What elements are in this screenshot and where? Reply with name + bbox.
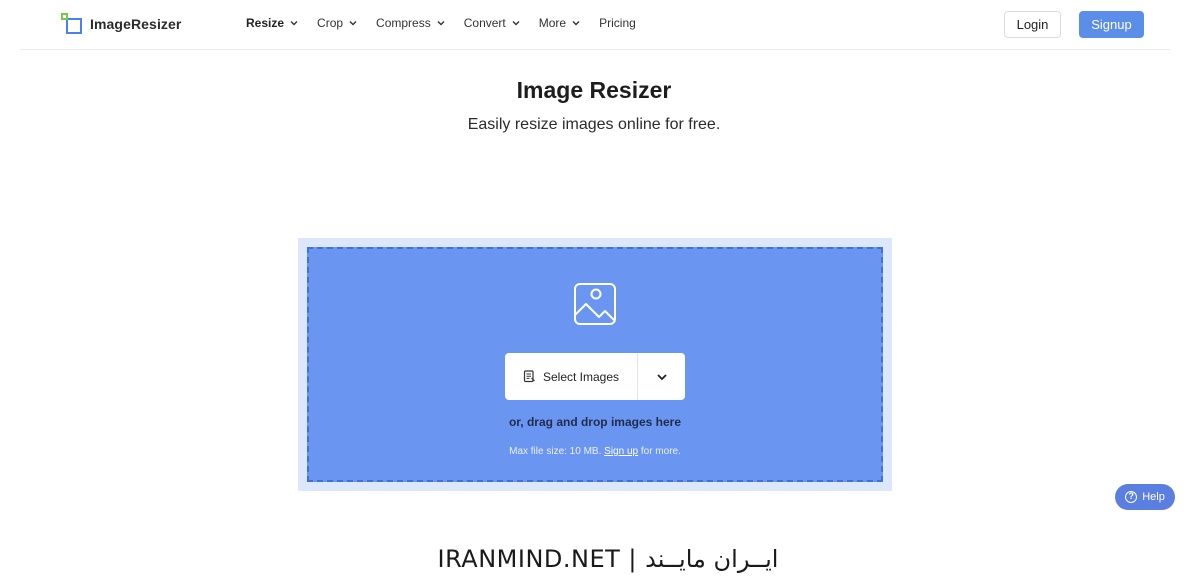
select-images-label: Select Images — [542, 369, 620, 384]
question-circle-icon: ? — [1125, 491, 1138, 503]
signup-button[interactable]: Signup — [1079, 11, 1144, 38]
nav-item-convert[interactable]: Convert — [464, 16, 521, 30]
file-icon — [523, 370, 535, 383]
select-images-button[interactable]: Select Images — [505, 353, 638, 400]
nav-item-more[interactable]: More — [539, 16, 581, 30]
watermark-text: IRANMIND.NET | ایــران مایــند — [437, 545, 779, 573]
nav-item-label: Crop — [317, 16, 344, 30]
nav-item-crop[interactable]: Crop — [317, 16, 358, 30]
nav-item-label: Convert — [463, 16, 506, 30]
help-button[interactable]: ? Help — [1115, 484, 1175, 510]
max-file-size-note: Max file size: 10 MB. Sign up for more. — [309, 446, 881, 457]
help-label: Help — [1142, 491, 1165, 503]
drop-zone[interactable]: Select Images or, drag and drop images h… — [307, 247, 883, 482]
chevron-down-icon — [349, 21, 357, 26]
chevron-down-icon — [512, 21, 520, 26]
logo-squares-icon — [61, 13, 83, 35]
image-icon — [574, 283, 616, 325]
login-button[interactable]: Login — [1004, 11, 1061, 38]
site-header: ImageResizer Resize Crop Compress Conver… — [20, 0, 1170, 50]
upload-panel: Select Images or, drag and drop images h… — [298, 238, 892, 491]
nav-item-resize[interactable]: Resize — [246, 16, 299, 30]
page-subtitle: Easily resize images online for free. — [467, 116, 721, 133]
source-dropdown-button[interactable] — [638, 353, 685, 400]
chevron-down-icon — [572, 21, 580, 26]
nav-item-label: Pricing — [599, 16, 636, 30]
nav-item-label: More — [538, 16, 567, 30]
chevron-down-icon — [437, 21, 445, 26]
nav-item-label: Compress — [376, 16, 431, 30]
logo[interactable]: ImageResizer — [61, 13, 181, 35]
chevron-down-icon — [290, 21, 298, 26]
signup-link[interactable]: Sign up — [604, 446, 638, 457]
page-title: Image Resizer — [516, 77, 672, 103]
chevron-down-icon — [656, 373, 667, 380]
drag-drop-hint: or, drag and drop images here — [508, 415, 682, 429]
nav-item-compress[interactable]: Compress — [376, 16, 446, 30]
nav-item-label: Resize — [246, 16, 285, 30]
max-size-text: Max file size: 10 MB. — [509, 446, 602, 457]
nav-item-pricing[interactable]: Pricing — [599, 16, 636, 30]
max-size-suffix: for more. — [640, 446, 681, 457]
select-images-group: Select Images — [505, 353, 685, 400]
logo-text: ImageResizer — [90, 16, 182, 32]
main-nav: Resize Crop Compress Convert More Pricin… — [246, 16, 654, 30]
